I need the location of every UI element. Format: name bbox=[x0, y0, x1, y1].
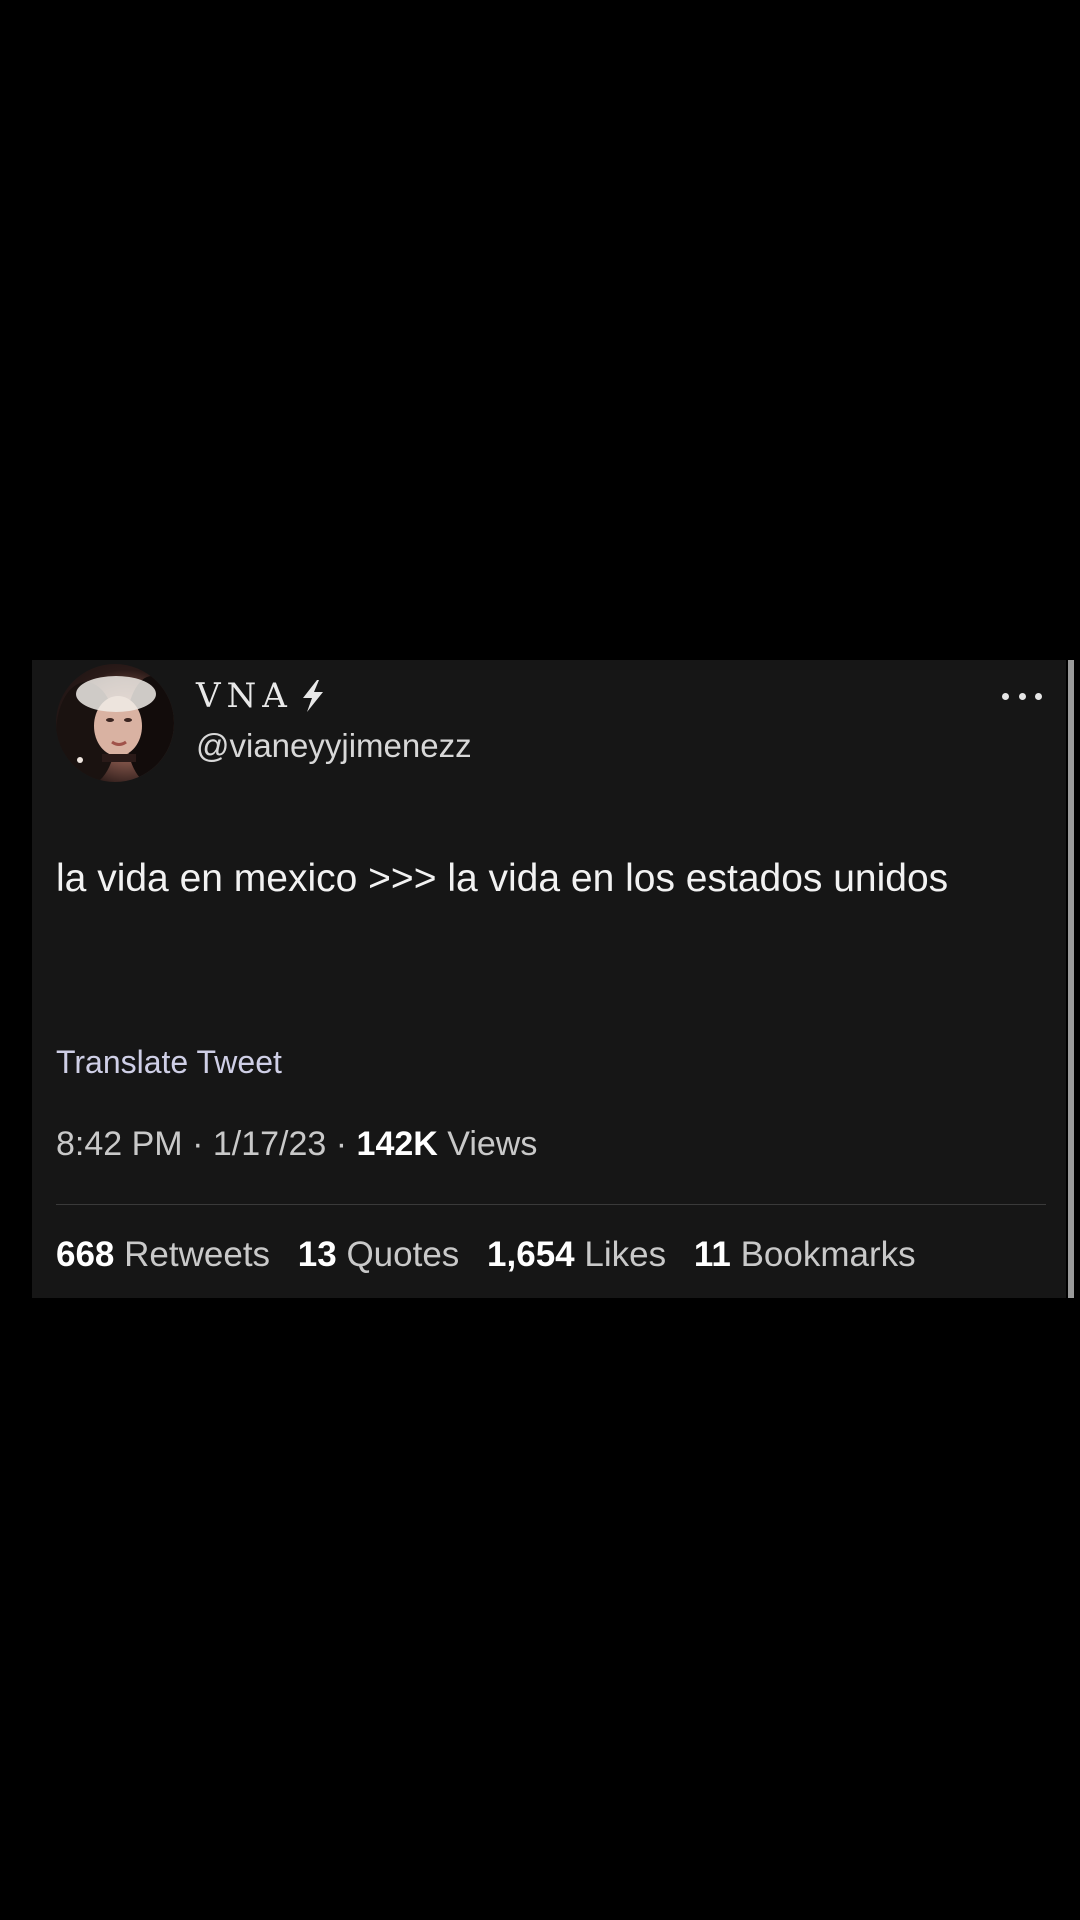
dot bbox=[1002, 692, 1009, 700]
views-label: Views bbox=[447, 1125, 538, 1163]
bookmarks-count: 11 bbox=[693, 1235, 731, 1274]
lightning-bolt-icon bbox=[295, 676, 329, 716]
dot bbox=[1035, 692, 1042, 700]
display-name-text: VNA bbox=[196, 676, 293, 716]
quotes-label: Quotes bbox=[346, 1235, 460, 1274]
display-name[interactable]: VNA bbox=[196, 676, 329, 716]
views-count: 142K bbox=[356, 1125, 438, 1163]
quotes-stat[interactable]: 13 Quotes bbox=[298, 1234, 460, 1276]
bookmarks-stat[interactable]: 11 Bookmarks bbox=[694, 1234, 916, 1276]
tweet-card: VNA @vianeyyjimenezz la vida en mexico >… bbox=[32, 660, 1074, 1298]
tweet-date[interactable]: 1/17/23 bbox=[213, 1125, 326, 1163]
page: VNA @vianeyyjimenezz la vida en mexico >… bbox=[0, 0, 1080, 1920]
likes-count: 1,654 bbox=[487, 1235, 575, 1274]
tweet-stats: 668 Retweets 13 Quotes 1,654 Likes 11 Bo… bbox=[56, 1234, 934, 1276]
tweet-text: la vida en mexico >>> la vida en los est… bbox=[56, 857, 949, 900]
tweet-time[interactable]: 8:42 PM bbox=[56, 1125, 183, 1163]
divider bbox=[56, 1204, 1046, 1205]
user-handle[interactable]: @vianeyyjimenezz bbox=[196, 726, 472, 766]
separator: · bbox=[192, 1125, 204, 1163]
dot bbox=[1018, 692, 1026, 700]
retweets-stat[interactable]: 668 Retweets bbox=[56, 1234, 270, 1276]
retweets-count: 668 bbox=[56, 1235, 115, 1274]
separator: · bbox=[335, 1125, 348, 1163]
translate-tweet-link[interactable]: Translate Tweet bbox=[56, 1042, 282, 1082]
bookmarks-label: Bookmarks bbox=[740, 1235, 916, 1274]
likes-stat[interactable]: 1,654 Likes bbox=[487, 1234, 666, 1276]
quotes-count: 13 bbox=[297, 1235, 337, 1274]
avatar[interactable] bbox=[56, 664, 174, 782]
avatar-photo bbox=[56, 676, 174, 782]
more-options-icon[interactable] bbox=[1002, 690, 1042, 702]
likes-label: Likes bbox=[584, 1235, 667, 1274]
retweets-label: Retweets bbox=[124, 1235, 271, 1274]
tweet-meta: 8:42 PM · 1/17/23 · 142K Views bbox=[56, 1124, 537, 1164]
scrollbar[interactable] bbox=[1068, 660, 1074, 1298]
